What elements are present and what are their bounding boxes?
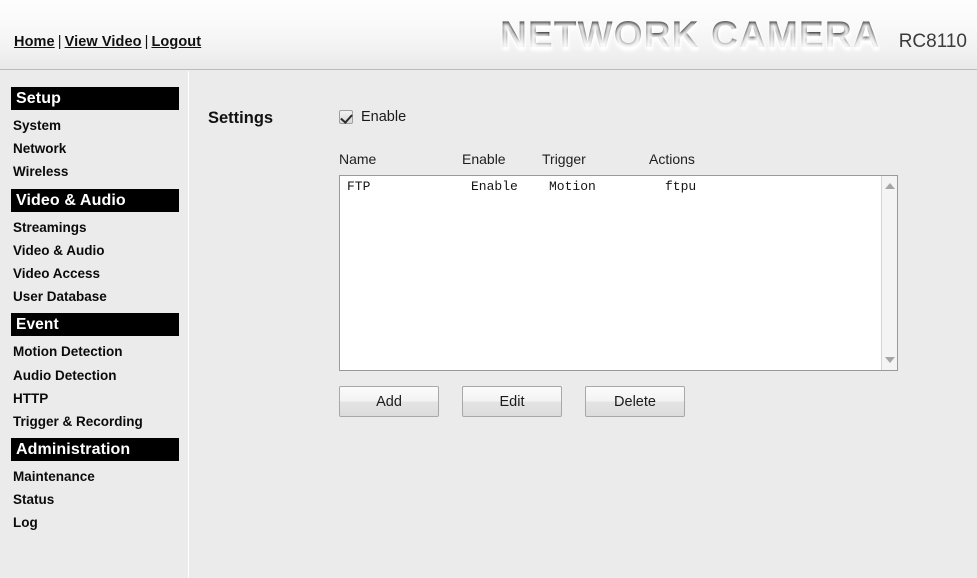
page-root: Home | View Video | Logout NETWORK CAMERA RC… — [0, 0, 977, 578]
event-list-rows: FTP Enable Motion ftpu — [340, 176, 881, 198]
table-row[interactable]: FTP Enable Motion ftpu — [340, 179, 881, 198]
main-content: Settings Enable Name Enable Trigger Acti… — [190, 71, 977, 578]
row-cell-actions: ftpu — [665, 179, 697, 194]
column-header-name: Name — [339, 151, 377, 167]
sidebar-item-audio-detection[interactable]: Audio Detection — [0, 364, 188, 387]
nav-link-home[interactable]: Home — [14, 34, 55, 50]
sidebar-section-event: Event — [11, 313, 179, 337]
column-header-enable: Enable — [462, 151, 506, 167]
table-column-headers: Name Enable Trigger Actions — [339, 151, 899, 171]
sidebar-item-http[interactable]: HTTP — [0, 387, 188, 410]
nav-link-logout[interactable]: Logout — [151, 34, 201, 50]
sidebar-item-streamings[interactable]: Streamings — [0, 216, 188, 239]
model-number: RC8110 — [898, 31, 967, 52]
nav-separator-1: | — [57, 34, 62, 50]
row-cell-name: FTP — [347, 179, 371, 194]
vertical-scrollbar[interactable] — [881, 176, 897, 370]
sidebar-section-video-audio: Video & Audio — [11, 188, 179, 212]
sidebar: Setup System Network Wireless Video & Au… — [0, 71, 189, 578]
enable-checkbox-label: Enable — [361, 109, 407, 125]
sidebar-item-user-database[interactable]: User Database — [0, 285, 188, 308]
triangle-down-icon[interactable] — [882, 352, 897, 368]
sidebar-item-video-audio[interactable]: Video & Audio — [0, 239, 188, 262]
sidebar-item-video-access[interactable]: Video Access — [0, 262, 188, 285]
sidebar-item-status[interactable]: Status — [0, 488, 188, 511]
page-header: Home | View Video | Logout NETWORK CAMERA RC… — [0, 0, 977, 70]
sidebar-item-system[interactable]: System — [0, 114, 188, 137]
triangle-up-icon[interactable] — [882, 178, 897, 194]
logo-title: NETWORK CAMERA — [500, 14, 881, 55]
edit-button[interactable]: Edit — [462, 386, 562, 417]
action-button-row: Add Edit Delete — [339, 386, 685, 417]
enable-checkbox[interactable] — [339, 110, 353, 124]
sidebar-item-log[interactable]: Log — [0, 511, 188, 534]
row-cell-trigger: Motion — [549, 179, 596, 194]
sidebar-item-motion-detection[interactable]: Motion Detection — [0, 340, 188, 363]
event-list-box[interactable]: FTP Enable Motion ftpu — [339, 175, 898, 371]
sidebar-item-maintenance[interactable]: Maintenance — [0, 465, 188, 488]
sidebar-item-wireless[interactable]: Wireless — [0, 160, 188, 183]
sidebar-section-administration: Administration — [11, 438, 179, 462]
sidebar-item-trigger-recording[interactable]: Trigger & Recording — [0, 410, 188, 433]
brand-logo: NETWORK CAMERA RC8110 — [500, 14, 967, 56]
nav-link-view-video[interactable]: View Video — [65, 34, 142, 50]
nav-separator-2: | — [144, 34, 149, 50]
column-header-trigger: Trigger — [542, 151, 586, 167]
sidebar-item-network[interactable]: Network — [0, 137, 188, 160]
sidebar-section-setup: Setup — [11, 87, 179, 110]
row-cell-enable: Enable — [471, 179, 518, 194]
top-navigation: Home | View Video | Logout — [14, 34, 201, 50]
delete-button[interactable]: Delete — [585, 386, 685, 417]
column-header-actions: Actions — [649, 151, 695, 167]
settings-heading: Settings — [208, 109, 274, 127]
add-button[interactable]: Add — [339, 386, 439, 417]
enable-checkbox-row: Enable — [339, 109, 406, 125]
